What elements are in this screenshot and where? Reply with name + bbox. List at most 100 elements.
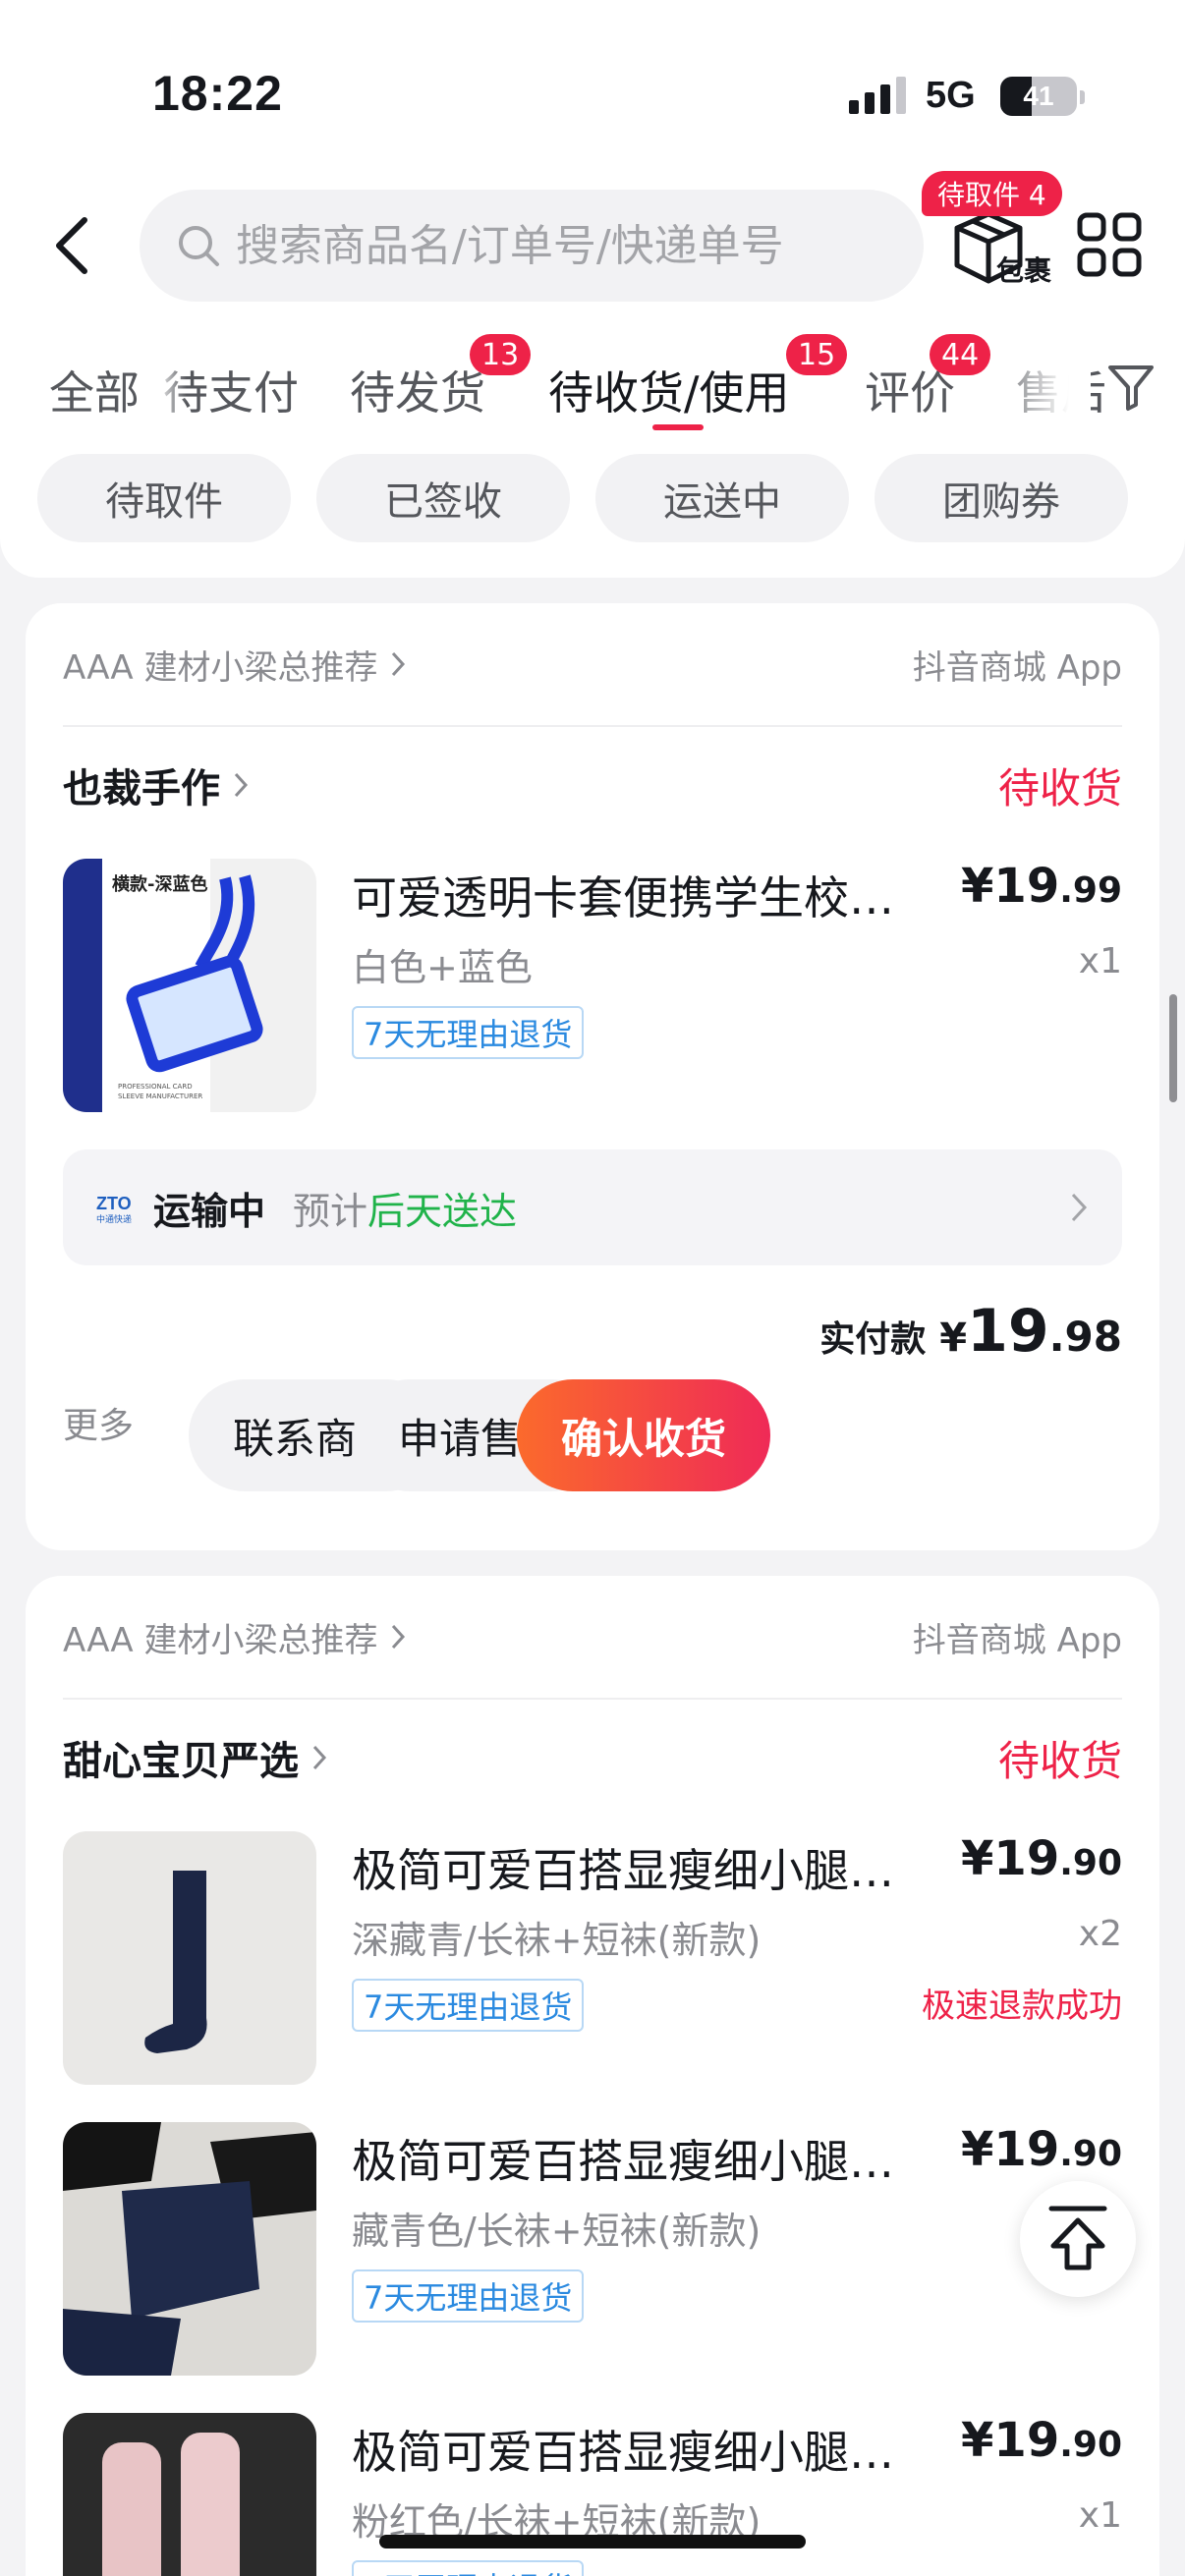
package-label: 包裹 [996, 254, 1052, 287]
search-icon [179, 226, 219, 266]
thumbnail-caption: 横款-深蓝色 [112, 874, 208, 895]
confirm-receipt-button[interactable]: 确认收货 [517, 1379, 770, 1491]
product-quantity: x1 [1078, 2495, 1122, 2536]
product-quantity: x2 [1078, 1914, 1122, 1954]
product-thumbnail [63, 2413, 316, 2576]
chip-group-coupon[interactable]: 团购券 [875, 454, 1128, 542]
product-spec: 藏青色/长袜+短袜(新款) [352, 2210, 762, 2253]
pink-sock-image [63, 2413, 316, 2576]
status-filter-chips: 待取件 已签收 运送中 团购券 [37, 454, 1128, 542]
card-header: AAA 建材小梁总推荐 抖音商城 App [63, 1576, 1122, 1700]
order-item[interactable]: 极简可爱百搭显瘦细小腿堆堆袜 藏青色/长袜+短袜(新款) 7天无理由退货 ¥19… [63, 2122, 1122, 2378]
active-tab-indicator [652, 424, 704, 430]
eta-text: 后天送达 [367, 1189, 518, 1233]
price-integer: ¥19 [961, 859, 1060, 914]
return-policy-tag: 7天无理由退货 [352, 2269, 585, 2323]
eta-prefix: 预计 [293, 1189, 368, 1233]
chip-signed[interactable]: 已签收 [316, 454, 570, 542]
tab-pending-shipment[interactable]: 待发货 [350, 358, 485, 422]
total-label: 实付款 [819, 1319, 927, 1360]
product-thumbnail [63, 1831, 316, 2085]
price-decimal: .99 [1059, 870, 1122, 911]
return-policy-tag: 7天无理由退货 [352, 2560, 585, 2576]
scrollbar[interactable] [1169, 994, 1177, 1102]
zto-courier-icon: ZTO 中通快递 [96, 1194, 132, 1225]
product-title: 极简可爱百搭显瘦细小腿堆堆袜 [352, 2135, 922, 2188]
price-decimal: .90 [1059, 1843, 1122, 1883]
worn-sock-image [63, 2122, 316, 2376]
order-item[interactable]: 极简可爱百搭显瘦细小腿堆堆袜 深藏青/长袜+短袜(新款) 7天无理由退货 ¥19… [63, 1831, 1122, 2087]
platform-label: 抖音商城 App [912, 1620, 1122, 1660]
recommend-source[interactable]: AAA 建材小梁总推荐 [63, 1613, 409, 1661]
total-integer: 19 [967, 1297, 1049, 1366]
product-quantity: x1 [1078, 941, 1122, 981]
shop-name: 甜心宝贝严选 [63, 1739, 299, 1784]
price-decimal: .90 [1059, 2134, 1122, 2174]
product-title: 可爱透明卡套便携学生校园卡套 [352, 871, 922, 924]
search-input[interactable] [236, 220, 884, 271]
order-card: AAA 建材小梁总推荐 抖音商城 App 甜心宝贝严选 待收货 极简可爱百搭显瘦… [26, 1576, 1159, 2576]
shipping-status: 运输中 [153, 1189, 266, 1233]
chevron-right-icon [312, 1745, 327, 1770]
network-type: 5G [926, 75, 976, 116]
chevron-right-icon [1071, 1193, 1088, 1222]
back-icon[interactable] [47, 214, 98, 277]
price-integer: ¥19 [961, 1831, 1060, 1886]
shop-link[interactable]: 甜心宝贝严选 [63, 1729, 330, 1786]
return-policy-tag: 7天无理由退货 [352, 1979, 585, 2032]
status-time: 18:22 [152, 66, 283, 121]
product-spec: 深藏青/长袜+短袜(新款) [352, 1919, 762, 1962]
tab-pending-receipt[interactable]: 待收货/使用 [548, 358, 790, 422]
search-bar[interactable] [140, 190, 924, 302]
order-status: 待收货 [997, 763, 1122, 812]
card-header: AAA 建材小梁总推荐 抖音商城 App [63, 603, 1122, 727]
product-spec: 白色+蓝色 [352, 946, 533, 989]
chevron-right-icon [234, 772, 249, 798]
total-decimal: .98 [1048, 1313, 1122, 1361]
recommend-source-label: AAA 建材小梁总推荐 [63, 647, 378, 688]
grid-menu-icon[interactable] [1077, 212, 1142, 277]
tab-badge-receipt: 15 [786, 334, 848, 375]
recommend-source[interactable]: AAA 建材小梁总推荐 [63, 641, 409, 689]
arrow-up-icon [1048, 2206, 1107, 2270]
refund-status: 极速退款成功 [922, 1987, 1122, 2026]
order-item[interactable]: 极简可爱百搭显瘦细小腿堆堆袜 粉红色/长袜+短袜(新款) 7天无理由退货 ¥19… [63, 2413, 1122, 2576]
recommend-source-label: AAA 建材小梁总推荐 [63, 1620, 378, 1660]
product-price: ¥19.90 [961, 2122, 1122, 2177]
pickup-badge: 待取件 4 [922, 171, 1062, 216]
product-thumbnail [63, 859, 316, 1112]
chip-awaiting-pickup[interactable]: 待取件 [37, 454, 291, 542]
back-to-top-button[interactable] [1020, 2181, 1136, 2297]
product-price: ¥19.90 [961, 2413, 1122, 2468]
home-indicator[interactable] [379, 2535, 806, 2548]
shop-row: 也裁手作 待收货 [63, 741, 1122, 829]
total-paid: 实付款 ¥ 19 .98 [819, 1297, 1122, 1366]
order-item[interactable]: 横款-深蓝色 PROFESSIONAL CARD SLEEVE MANUFACT… [63, 859, 1122, 1114]
chevron-right-icon [392, 651, 406, 677]
price-decimal: .90 [1059, 2425, 1122, 2465]
navy-sock-image [63, 1831, 316, 2085]
tabs-fade-right [983, 344, 1091, 442]
more-button[interactable]: 更多 [63, 1397, 134, 1448]
courier-name: 中通快递 [96, 1213, 132, 1225]
product-price: ¥19.90 [961, 1831, 1122, 1886]
chip-in-transit[interactable]: 运送中 [595, 454, 849, 542]
courier-code: ZTO [96, 1194, 132, 1213]
filter-icon[interactable] [1106, 362, 1157, 413]
product-thumbnail [63, 2122, 316, 2376]
price-integer: ¥19 [961, 2413, 1060, 2468]
shipping-status-row[interactable]: ZTO 中通快递 运输中 预计 后天送达 [63, 1149, 1122, 1265]
product-title: 极简可爱百搭显瘦细小腿堆堆袜 [352, 2426, 922, 2479]
price-integer: ¥19 [961, 2122, 1060, 2177]
cellular-signal-icon [849, 77, 906, 114]
tab-all[interactable]: 全部 [49, 358, 140, 422]
chevron-right-icon [392, 1624, 406, 1650]
tab-badge-shipment: 13 [470, 334, 532, 375]
battery-icon: 41 [1000, 77, 1077, 116]
shop-row: 甜心宝贝严选 待收货 [63, 1713, 1122, 1802]
shop-link[interactable]: 也裁手作 [63, 756, 252, 813]
thumbnail-text-2: SLEEVE MANUFACTURER [118, 1092, 203, 1100]
battery-level: 41 [1023, 81, 1054, 111]
product-title: 极简可爱百搭显瘦细小腿堆堆袜 [352, 1844, 922, 1897]
thumbnail-text-1: PROFESSIONAL CARD [118, 1083, 193, 1091]
